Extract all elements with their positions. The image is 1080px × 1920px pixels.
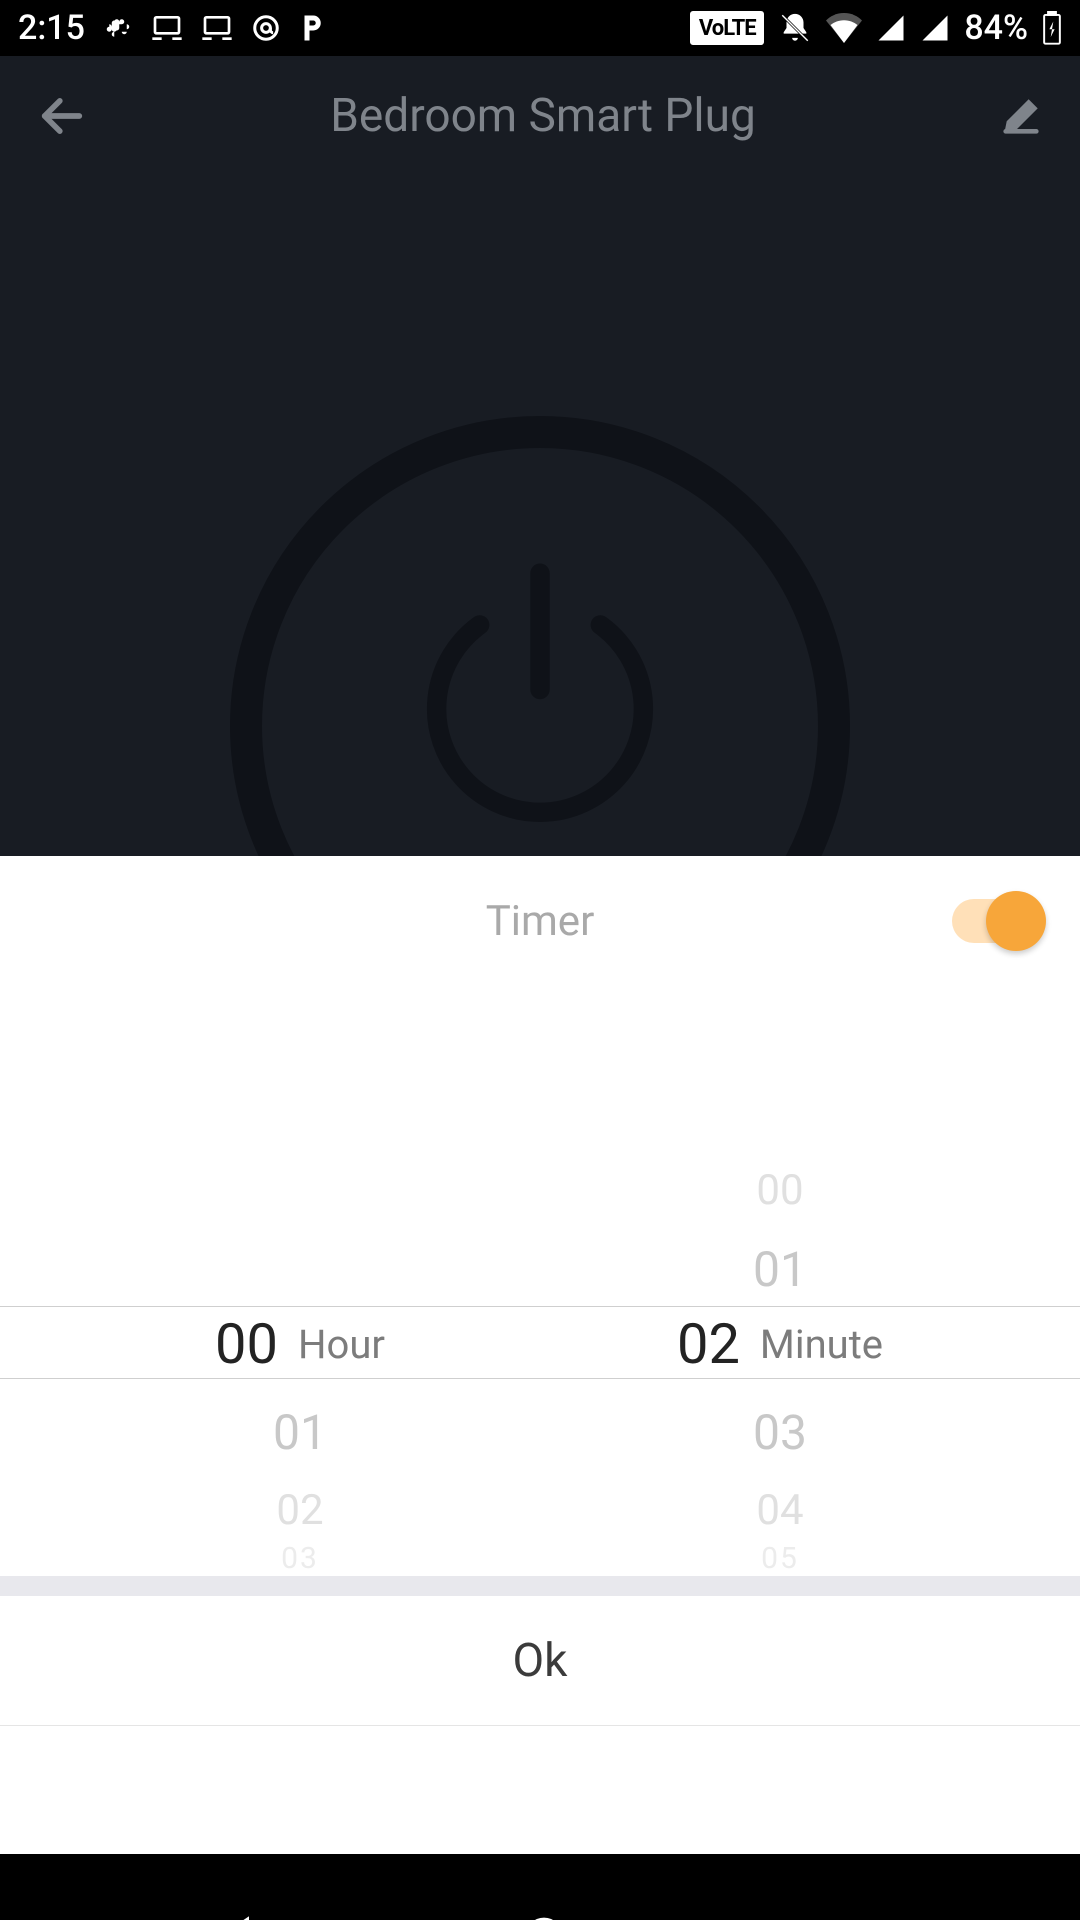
status-left: 2:15 — [18, 8, 325, 48]
minute-option[interactable]: 00 — [540, 1166, 1020, 1215]
page-title: Bedroom Smart Plug — [88, 89, 998, 143]
confirm-label: Ok — [513, 1634, 568, 1688]
hour-picker[interactable]: 00 Hour 01 02 03 — [60, 986, 540, 1576]
battery-charging-icon — [1042, 11, 1062, 45]
hour-value: 00 — [215, 1311, 278, 1377]
sheet-title: Timer — [486, 897, 595, 946]
power-icon — [410, 556, 670, 840]
slack-icon — [103, 13, 133, 43]
minute-option[interactable]: 04 — [540, 1486, 1020, 1535]
bell-off-icon — [778, 11, 812, 45]
divider — [0, 1576, 1080, 1596]
hour-selected[interactable]: 00 Hour — [60, 1311, 540, 1377]
status-bar: 2:15 VoLTE 84% — [0, 0, 1080, 56]
hour-label: Hour — [298, 1321, 385, 1368]
minute-value: 02 — [677, 1311, 740, 1377]
nav-back-icon[interactable] — [211, 1912, 259, 1920]
at-icon — [251, 13, 281, 43]
minute-picker[interactable]: 00 01 02 Minute 03 04 05 — [540, 986, 1020, 1576]
back-button[interactable] — [36, 90, 88, 142]
minute-label: Minute — [760, 1321, 883, 1368]
minute-option[interactable]: 01 — [540, 1241, 1020, 1298]
hour-option[interactable]: 01 — [60, 1404, 540, 1461]
app-header: Bedroom Smart Plug — [0, 56, 1080, 176]
spacer — [0, 1726, 1080, 1794]
nav-recent-icon[interactable] — [829, 1916, 869, 1920]
confirm-button[interactable]: Ok — [0, 1596, 1080, 1726]
device-panel — [0, 176, 1080, 856]
signal-icon — [920, 13, 950, 43]
hour-option[interactable]: 02 — [60, 1486, 540, 1535]
nav-home-icon[interactable] — [522, 1914, 566, 1920]
p-icon — [299, 13, 325, 43]
battery-percent: 84% — [964, 8, 1028, 48]
sheet-header: Timer — [0, 856, 1080, 986]
status-time: 2:15 — [18, 8, 85, 48]
signal-icon — [876, 13, 906, 43]
timer-sheet: Timer 00 Hour 01 02 03 00 01 — [0, 856, 1080, 1854]
minute-selected[interactable]: 02 Minute — [540, 1311, 1020, 1377]
timer-toggle[interactable] — [952, 899, 1040, 943]
time-picker[interactable]: 00 Hour 01 02 03 00 01 02 Minute 03 04 0… — [0, 986, 1080, 1576]
status-right: VoLTE 84% — [690, 8, 1062, 48]
minute-option[interactable]: 05 — [540, 1541, 1020, 1576]
toggle-knob — [986, 891, 1046, 951]
android-navbar — [0, 1854, 1080, 1920]
cast-icon — [151, 14, 183, 42]
volte-icon: VoLTE — [690, 11, 764, 45]
edit-button[interactable] — [998, 93, 1044, 139]
minute-option[interactable]: 03 — [540, 1404, 1020, 1461]
hour-option[interactable]: 03 — [60, 1541, 540, 1576]
wifi-icon — [826, 13, 862, 43]
cast-icon — [201, 14, 233, 42]
